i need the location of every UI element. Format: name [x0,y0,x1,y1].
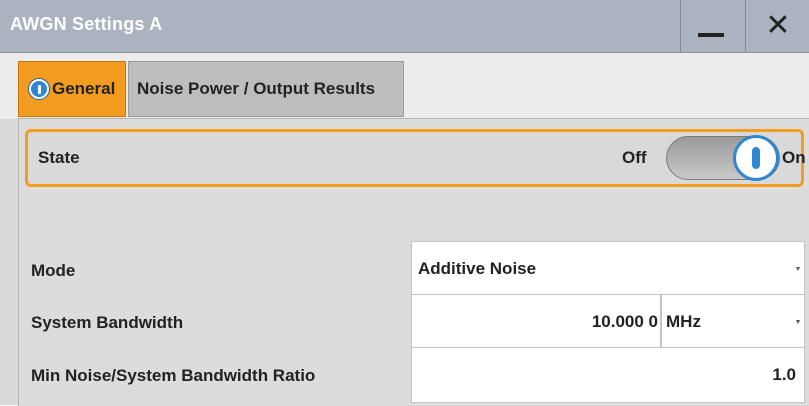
system-bandwidth-unit-select[interactable]: MHz [661,294,805,350]
general-panel: State Off On Mode Additive Noise System … [18,118,809,406]
minimize-button[interactable] [680,0,741,52]
toggle-knob-icon [733,135,779,181]
minimize-icon [698,33,724,37]
info-icon [29,79,49,99]
title-bar: AWGN Settings A ✕ [0,0,809,53]
tab-bar: General Noise Power / Output Results [0,53,809,119]
mode-label: Mode [31,261,76,280]
state-toggle[interactable] [666,135,780,181]
state-row: State Off On [25,129,806,187]
system-bandwidth-value: 10.000 0 [591,312,658,331]
dropdown-arrow-icon [796,267,800,271]
min-noise-ratio-label: Min Noise/System Bandwidth Ratio [31,366,316,385]
tab-general[interactable]: General [18,61,126,117]
min-noise-ratio-input[interactable]: 1.0 [411,347,805,403]
system-bandwidth-label: System Bandwidth [31,313,184,332]
window-title: AWGN Settings A [10,14,163,34]
system-bandwidth-unit: MHz [666,312,701,331]
state-on-label: On [782,148,806,167]
system-bandwidth-input[interactable]: 10.000 0 [411,294,661,350]
close-button[interactable]: ✕ [745,0,809,52]
mode-value: Additive Noise [418,259,537,278]
state-off-label: Off [622,148,647,167]
tab-noise-power-output-results[interactable]: Noise Power / Output Results [128,61,404,117]
min-noise-ratio-value: 1.0 [772,365,796,384]
state-label: State [38,148,80,167]
mode-select[interactable]: Additive Noise [411,241,805,297]
awgn-settings-window: AWGN Settings A ✕ General Noise Power / … [0,0,809,406]
dropdown-arrow-icon [796,320,800,324]
tab-noise-label: Noise Power / Output Results [137,79,376,98]
tab-general-label: General [52,79,116,98]
close-icon: ✕ [765,9,791,42]
